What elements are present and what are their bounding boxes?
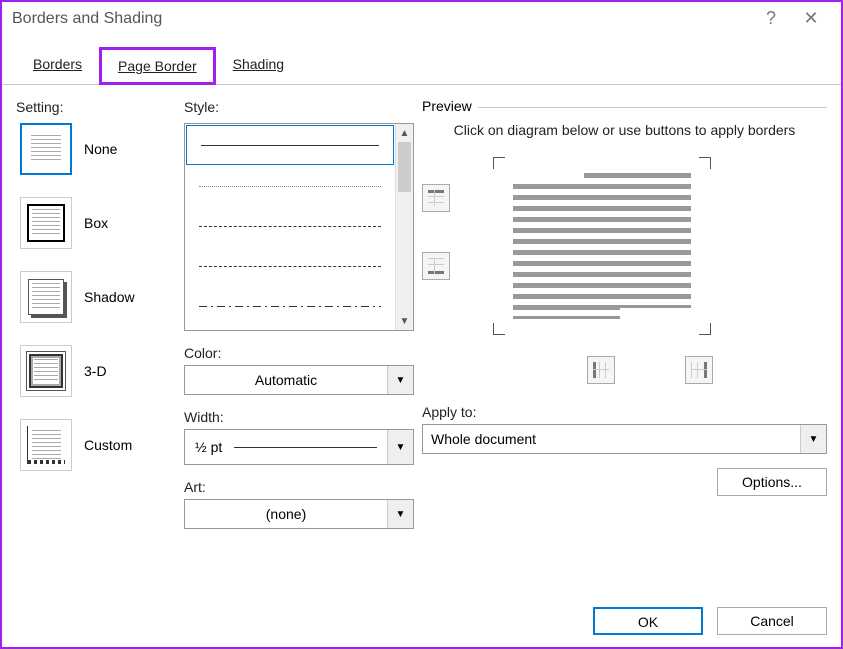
border-bottom-button[interactable] [422, 252, 450, 280]
style-item-solid[interactable] [186, 125, 394, 165]
preview-diagram[interactable] [472, 156, 732, 336]
corner-marker [699, 157, 711, 169]
setting-3d-icon [20, 345, 72, 397]
setting-3d-label: 3-D [84, 363, 107, 379]
titlebar: Borders and Shading ? ✕ [2, 2, 841, 36]
setting-shadow[interactable]: Shadow [20, 271, 176, 323]
setting-custom-icon [20, 419, 72, 471]
scroll-up-icon[interactable]: ▲ [396, 124, 413, 142]
style-panel: Style: ▲ ▼ Color: Automatic ▼ Width: [184, 99, 414, 529]
style-list: ▲ ▼ [184, 123, 414, 331]
chevron-down-icon[interactable]: ▼ [800, 425, 826, 453]
color-dropdown[interactable]: Automatic ▼ [184, 365, 414, 395]
chevron-down-icon[interactable]: ▼ [387, 366, 413, 394]
setting-3d[interactable]: 3-D [20, 345, 176, 397]
setting-none-label: None [84, 141, 117, 157]
art-label: Art: [184, 479, 414, 495]
tab-bar: Borders Page Border Shading [2, 36, 841, 85]
preview-label: Preview [422, 98, 478, 114]
preview-document-icon [513, 173, 691, 319]
art-dropdown[interactable]: (none) ▼ [184, 499, 414, 529]
style-item-dashed-small[interactable] [185, 206, 395, 246]
preview-panel: Preview Click on diagram below or use bu… [422, 99, 827, 529]
style-item-dash-dot[interactable] [185, 286, 395, 326]
border-top-icon [428, 190, 444, 206]
border-bottom-icon [428, 258, 444, 274]
style-scrollbar[interactable]: ▲ ▼ [395, 124, 413, 330]
setting-none[interactable]: None [20, 123, 176, 175]
color-label: Color: [184, 345, 414, 361]
ok-button[interactable]: OK [593, 607, 703, 635]
width-label: Width: [184, 409, 414, 425]
apply-to-dropdown[interactable]: Whole document ▼ [422, 424, 827, 454]
help-icon[interactable]: ? [751, 8, 791, 29]
setting-box[interactable]: Box [20, 197, 176, 249]
tab-shading[interactable]: Shading [216, 47, 301, 85]
apply-to-label: Apply to: [422, 404, 827, 420]
dialog-title: Borders and Shading [12, 10, 751, 28]
setting-custom-label: Custom [84, 437, 132, 453]
corner-marker [493, 157, 505, 169]
corner-marker [699, 323, 711, 335]
width-sample-line [234, 447, 377, 448]
apply-to-value: Whole document [423, 431, 800, 447]
options-button[interactable]: Options... [717, 468, 827, 496]
border-right-button[interactable] [685, 356, 713, 384]
border-top-button[interactable] [422, 184, 450, 212]
chevron-down-icon[interactable]: ▼ [387, 500, 413, 528]
cancel-button[interactable]: Cancel [717, 607, 827, 635]
style-item-dashed-medium[interactable] [185, 246, 395, 286]
preview-hint: Click on diagram below or use buttons to… [422, 114, 827, 146]
chevron-down-icon[interactable]: ▼ [387, 430, 413, 464]
width-dropdown[interactable]: ½ pt ▼ [184, 429, 414, 465]
setting-box-icon [20, 197, 72, 249]
setting-box-label: Box [84, 215, 108, 231]
setting-none-icon [20, 123, 72, 175]
corner-marker [493, 323, 505, 335]
setting-shadow-label: Shadow [84, 289, 135, 305]
border-right-icon [691, 362, 707, 378]
setting-custom[interactable]: Custom [20, 419, 176, 471]
settings-panel: Setting: None Box Shadow 3-D [16, 99, 176, 529]
style-item-dotted[interactable] [185, 166, 395, 206]
color-value: Automatic [185, 372, 387, 388]
art-value: (none) [185, 506, 387, 522]
border-left-icon [593, 362, 609, 378]
scroll-thumb[interactable] [398, 142, 411, 192]
tab-page-border[interactable]: Page Border [99, 47, 216, 85]
scroll-down-icon[interactable]: ▼ [396, 312, 413, 330]
tab-borders[interactable]: Borders [16, 47, 99, 85]
settings-label: Setting: [16, 99, 176, 115]
border-left-button[interactable] [587, 356, 615, 384]
setting-shadow-icon [20, 271, 72, 323]
width-value: ½ pt [195, 439, 222, 455]
close-icon[interactable]: ✕ [791, 8, 831, 29]
style-label: Style: [184, 99, 414, 115]
